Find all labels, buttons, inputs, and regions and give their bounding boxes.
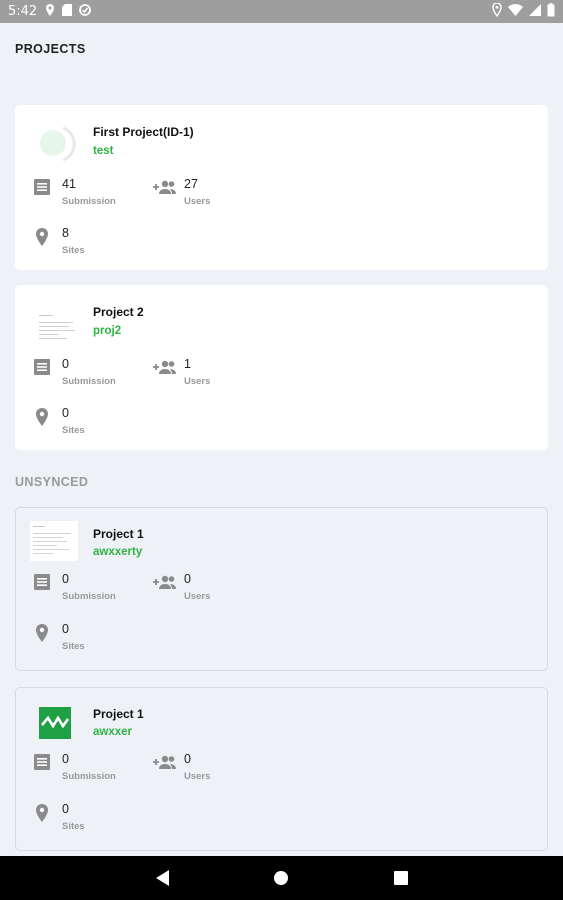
location-pin-icon: [35, 804, 49, 827]
users-label: Users: [184, 196, 211, 207]
project-description: proj2: [93, 325, 122, 337]
section-title-projects: PROJECTS: [15, 42, 86, 56]
project-description: test: [93, 145, 114, 157]
section-title-unsynced: UNSYNCED: [15, 475, 89, 489]
project-card[interactable]: Project 2 proj2 0 Submission 1 Users 0 S…: [15, 285, 548, 450]
sites-label: Sites: [62, 641, 85, 652]
project-thumbnail: [37, 305, 91, 345]
status-bar: 5:42: [0, 0, 563, 23]
recents-button[interactable]: [386, 856, 416, 900]
sites-count: 0: [62, 406, 69, 420]
submission-label: Submission: [62, 196, 116, 207]
back-button[interactable]: [148, 856, 178, 900]
location-icon: [492, 2, 502, 20]
sites-count: 0: [62, 802, 69, 816]
submission-label: Submission: [62, 376, 116, 387]
users-label: Users: [184, 376, 211, 387]
project-name: Project 1: [93, 527, 144, 541]
unsynced-project-card[interactable]: Project 1 awxxer 0 Submission 0 Users 0 …: [15, 687, 548, 851]
users-label: Users: [184, 591, 211, 602]
users-count: 0: [184, 572, 191, 586]
location-icon: [45, 4, 55, 19]
sites-label: Sites: [62, 245, 85, 256]
sites-label: Sites: [62, 425, 85, 436]
submission-count: 41: [62, 177, 76, 191]
navigation-bar: [0, 856, 563, 900]
sd-card-icon: [62, 4, 73, 19]
sites-count: 8: [62, 226, 69, 240]
project-thumbnail: [37, 125, 91, 162]
submission-count: 0: [62, 752, 69, 766]
recents-square-icon: [394, 871, 408, 885]
users-label: Users: [184, 771, 211, 782]
sync-icon: [79, 4, 92, 19]
location-pin-icon: [35, 228, 49, 251]
home-circle-icon: [274, 871, 288, 885]
add-users-icon: [153, 359, 177, 380]
list-doc-icon: [34, 574, 50, 595]
add-users-icon: [153, 574, 177, 595]
submission-count: 0: [62, 357, 69, 371]
back-triangle-icon: [156, 870, 169, 886]
list-doc-icon: [34, 754, 50, 775]
location-pin-icon: [35, 408, 49, 431]
home-button[interactable]: [266, 856, 296, 900]
project-description: awxxerty: [93, 546, 143, 558]
submission-label: Submission: [62, 771, 116, 782]
project-name: Project 1: [93, 707, 144, 721]
unsynced-project-card[interactable]: Project 1 awxxerty 0 Submission 0 Users …: [15, 507, 548, 671]
sites-label: Sites: [62, 821, 85, 832]
project-description: awxxer: [93, 726, 133, 738]
project-logo-icon: [39, 707, 71, 739]
list-doc-icon: [34, 179, 50, 200]
submission-count: 0: [62, 572, 69, 586]
project-card[interactable]: First Project(ID-1) test 41 Submission 2…: [15, 105, 548, 270]
users-count: 1: [184, 357, 191, 371]
project-name: First Project(ID-1): [93, 125, 194, 139]
wifi-icon: [508, 4, 523, 19]
project-thumbnail: [30, 521, 80, 561]
users-count: 27: [184, 177, 198, 191]
list-doc-icon: [34, 359, 50, 380]
signal-icon: [529, 4, 541, 19]
add-users-icon: [153, 754, 177, 775]
status-time: 5:42: [8, 4, 38, 19]
project-name: Project 2: [93, 305, 144, 319]
users-count: 0: [184, 752, 191, 766]
sites-count: 0: [62, 622, 69, 636]
battery-icon: [547, 3, 555, 20]
add-users-icon: [153, 179, 177, 200]
submission-label: Submission: [62, 591, 116, 602]
location-pin-icon: [35, 624, 49, 647]
